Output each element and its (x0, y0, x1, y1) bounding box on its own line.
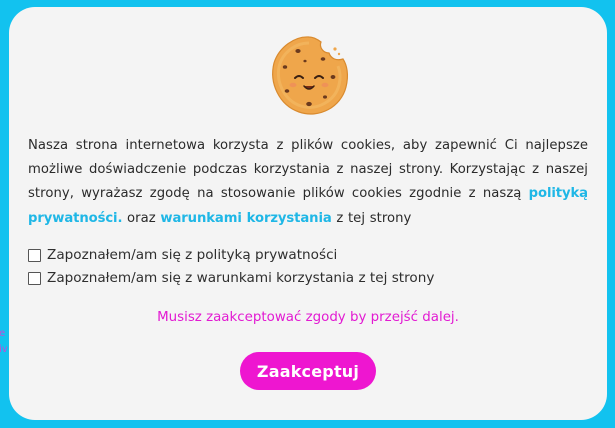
terms-consent-row[interactable]: Zapoznałem/am się z warunkami korzystani… (28, 267, 434, 289)
cookie-icon (265, 31, 353, 119)
privacy-consent-checkbox[interactable] (28, 248, 41, 262)
privacy-consent-label: Zapoznałem/am się z polityką prywatności (47, 247, 338, 263)
accept-button[interactable]: Zaakceptuj (240, 352, 376, 390)
privacy-consent-row[interactable]: Zapoznałem/am się z polityką prywatności (28, 244, 434, 266)
background-text-line: e (0, 328, 6, 339)
terms-consent-checkbox[interactable] (28, 271, 41, 285)
message-text-end: z tej strony (336, 210, 412, 226)
consent-checkboxes: Zapoznałem/am się z polityką prywatności… (28, 244, 434, 290)
terms-of-use-link[interactable]: warunkami korzystania (160, 211, 331, 226)
background-page-text: e iv (0, 326, 8, 358)
message-conjunction: oraz (127, 210, 156, 226)
cookie-consent-modal: Nasza strona internetowa korzysta z plik… (9, 7, 607, 420)
cookie-message: Nasza strona internetowa korzysta z plik… (28, 134, 588, 231)
background-text-line: iv (0, 344, 8, 355)
consent-warning: Musisz zaakceptować zgody by przejść dal… (157, 310, 459, 325)
message-text: Nasza strona internetowa korzysta z plik… (28, 138, 588, 202)
terms-consent-label: Zapoznałem/am się z warunkami korzystani… (47, 270, 435, 286)
